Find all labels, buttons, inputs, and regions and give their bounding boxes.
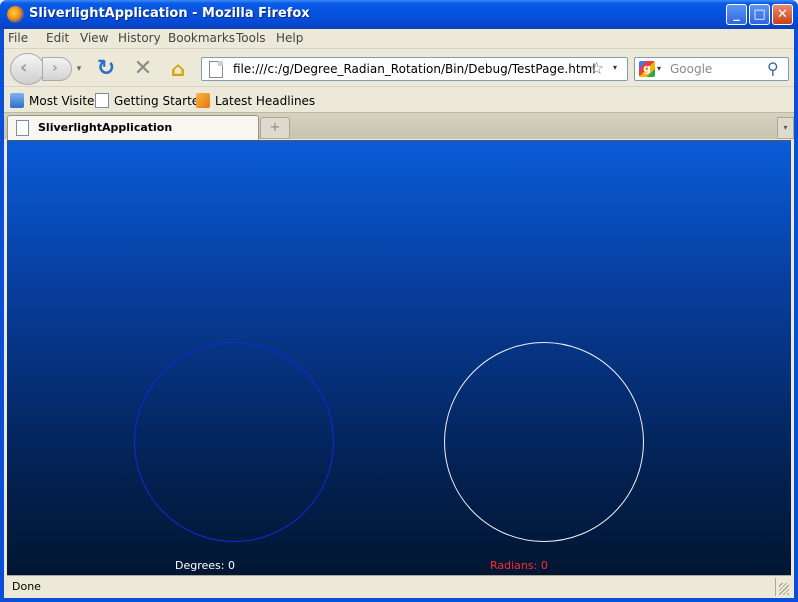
menu-tools[interactable]: Tools [236,31,266,45]
menu-bar: File Edit View History Bookmarks Tools H… [4,29,794,48]
google-icon[interactable]: g [639,61,655,77]
folder-icon [10,93,24,108]
history-dropdown-icon[interactable]: ▾ [72,57,86,81]
status-bar: Done [7,575,791,597]
stop-icon[interactable]: ✕ [130,56,156,82]
tab-sliverlight-application[interactable]: SliverlightApplication [7,115,259,140]
tab-strip: SliverlightApplication + ▾ [4,112,794,140]
bookmark-latest-headlines[interactable]: Latest Headlines [196,93,315,108]
rss-icon [196,93,210,108]
maximize-button[interactable]: □ [749,4,770,25]
back-arrow-icon: ‹ [20,57,28,78]
search-input[interactable]: Google [670,62,712,76]
all-tabs-dropdown-icon[interactable]: ▾ [777,117,794,139]
bookmark-getting-started[interactable]: Getting Started [95,93,207,108]
bookmark-label: Most Visited [29,94,103,108]
menu-file[interactable]: File [8,31,28,45]
close-button[interactable]: ✕ [772,4,793,25]
radians-readout: Radians: 0 [490,559,548,572]
home-icon[interactable]: ⌂ [165,56,191,82]
menu-help[interactable]: Help [276,31,303,45]
forward-arrow-icon: › [52,60,58,76]
browser-client: File Edit View History Bookmarks Tools H… [4,29,794,598]
minimize-button[interactable]: _ [726,4,747,25]
firefox-logo-icon [7,6,24,23]
url-dropdown-icon[interactable]: ▾ [613,63,617,72]
bookmark-most-visited[interactable]: Most Visited [10,93,102,108]
resize-grip-icon[interactable] [779,583,789,595]
forward-button[interactable]: › [42,57,72,81]
tab-label: SliverlightApplication [38,121,173,134]
degrees-readout: Degrees: 0 [175,559,235,572]
back-button[interactable]: ‹ [10,53,45,85]
bookmark-label: Getting Started [114,94,207,108]
title-bar[interactable]: SliverlightApplication - Mozilla Firefox… [0,0,798,29]
search-bar[interactable]: g ▾ Google ⚲ [634,57,789,81]
menu-view[interactable]: View [80,31,108,45]
menu-bookmarks[interactable]: Bookmarks [168,31,235,45]
page-icon [16,120,29,136]
status-divider [775,578,776,596]
url-bar[interactable]: file:///c:/g/Degree_Radian_Rotation/Bin/… [201,57,628,81]
firefox-window: SliverlightApplication - Mozilla Firefox… [0,0,798,602]
window-title: SliverlightApplication - Mozilla Firefox [29,6,310,21]
new-tab-button[interactable]: + [260,117,290,139]
navigation-toolbar: ‹ › ▾ ↻ ✕ ⌂ file:///c:/g/Degree_Radian_R… [4,48,794,86]
status-text: Done [12,580,41,593]
reload-icon[interactable]: ↻ [93,56,119,82]
search-icon[interactable]: ⚲ [767,59,779,78]
menu-history[interactable]: History [118,31,161,45]
search-engine-dropdown-icon[interactable]: ▾ [657,64,661,73]
degrees-circle[interactable] [134,342,334,542]
bookmark-label: Latest Headlines [215,94,316,108]
url-text[interactable]: file:///c:/g/Degree_Radian_Rotation/Bin/… [233,62,596,76]
page-icon [209,61,223,78]
bookmarks-toolbar: Most Visited Getting Started Latest Head… [4,86,794,112]
page-icon [95,93,109,108]
bookmark-star-icon[interactable]: ☆ [589,59,604,79]
menu-edit[interactable]: Edit [46,31,69,45]
silverlight-content[interactable]: Degrees: 0 Radians: 0 [7,140,791,575]
radians-circle[interactable] [444,342,644,542]
